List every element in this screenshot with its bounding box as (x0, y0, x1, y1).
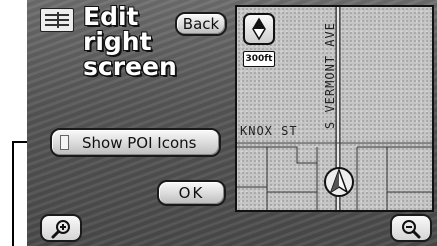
navigation-screen: Edit right screen Back Show POI Icons OK (27, 0, 437, 246)
title-line-3: screen (83, 52, 177, 81)
ok-button[interactable]: OK (157, 180, 226, 206)
map-view[interactable]: 300ft S VERMONT AVE KNOX ST (235, 5, 434, 212)
zoom-in-button[interactable] (40, 214, 82, 242)
zoom-in-icon (51, 220, 70, 239)
nav-screenshot: Edit right screen Back Show POI Icons OK (0, 0, 437, 246)
map-scale: 300ft (243, 51, 275, 67)
back-button[interactable]: Back (175, 12, 227, 36)
zoom-out-button[interactable] (390, 214, 432, 242)
street-label-vermont: S VERMONT AVE (323, 22, 337, 129)
poi-toggle-indicator (60, 135, 69, 150)
vehicle-position-icon (324, 167, 354, 197)
show-poi-icons-button[interactable]: Show POI Icons (50, 128, 221, 157)
street-label-knox: KNOX ST (240, 124, 298, 138)
north-up-compass-icon[interactable] (243, 13, 275, 45)
zoom-out-icon (402, 220, 421, 239)
compass-arrow-icon (252, 17, 266, 41)
list-icon[interactable] (40, 8, 74, 32)
show-poi-icons-label: Show POI Icons (82, 133, 197, 152)
